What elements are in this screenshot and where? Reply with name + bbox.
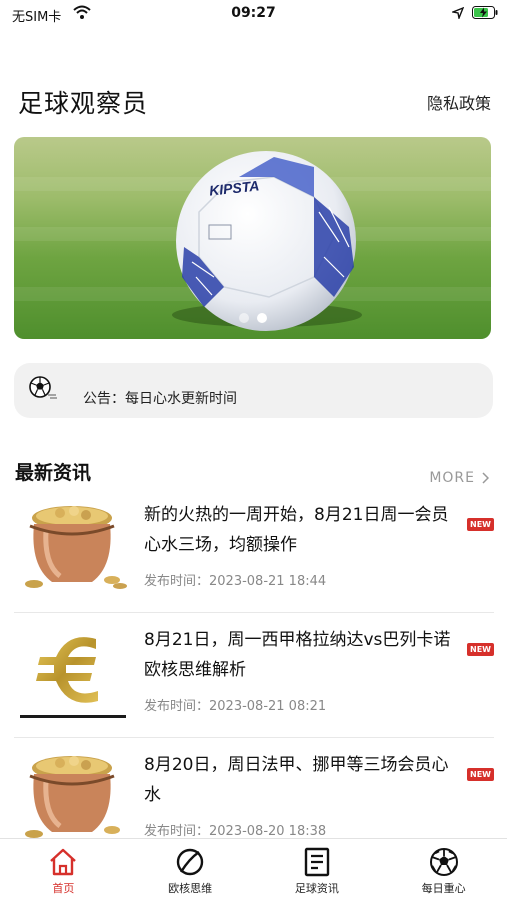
euro-sign-icon <box>16 621 128 719</box>
new-badge: NEW <box>467 768 494 781</box>
tab-football-news[interactable]: 足球资讯 <box>254 839 381 900</box>
carousel-dot-active[interactable] <box>256 313 267 323</box>
home-icon <box>50 848 77 876</box>
chevron-right-icon <box>482 472 489 484</box>
privacy-policy-link[interactable]: 隐私政策 <box>427 90 491 114</box>
carousel-indicators <box>14 313 491 323</box>
location-arrow-icon <box>452 7 464 19</box>
planet-icon <box>176 848 204 876</box>
gold-coin-pot-icon <box>16 496 128 594</box>
page-header: 足球观察员 隐私政策 <box>0 80 507 120</box>
battery-charging-icon <box>472 6 498 19</box>
new-badge: NEW <box>467 518 494 531</box>
page-title: 足球观察员 <box>18 89 149 118</box>
news-timestamp: 发布时间：2023-08-20 18:38 <box>144 824 327 839</box>
tab-daily-focus[interactable]: 每日重心 <box>380 839 507 900</box>
news-timestamp: 发布时间：2023-08-21 18:44 <box>144 574 327 589</box>
document-icon <box>304 847 330 877</box>
news-title: 8月21日，周一西甲格拉纳达vs巴列卡诺欧核思维解析 <box>144 630 451 680</box>
gold-coin-pot-icon <box>16 746 128 844</box>
tab-label: 首页 <box>52 882 75 895</box>
bottom-tab-bar: 首页 欧核思维 足球资讯 每日重心 <box>0 838 507 900</box>
news-list-item[interactable]: 新的火热的一周开始，8月21日周一会员心水三场，均额操作 发布时间：2023-0… <box>14 488 494 613</box>
news-timestamp: 发布时间：2023-08-21 08:21 <box>144 699 327 714</box>
more-link[interactable]: MORE <box>429 470 489 486</box>
section-title: 最新资讯 <box>15 462 92 484</box>
status-bar: 无SIM卡 09:27 <box>0 0 507 30</box>
tab-label: 欧核思维 <box>168 882 213 895</box>
announcement-text: 公告：每日心水更新时间 <box>83 391 237 407</box>
carousel-dot[interactable] <box>238 313 249 323</box>
announcement-bar[interactable]: 公告：每日心水更新时间 <box>14 363 493 418</box>
tab-label: 足球资讯 <box>294 882 339 895</box>
more-label: MORE <box>429 470 475 486</box>
news-list-item[interactable]: 8月21日，周一西甲格拉纳达vs巴列卡诺欧核思维解析 发布时间：2023-08-… <box>14 613 494 738</box>
soccer-ball-image: KIPSTA <box>172 151 362 331</box>
tab-ouhe-thinking[interactable]: 欧核思维 <box>127 839 254 900</box>
soccer-ball-icon <box>29 376 57 399</box>
news-title: 8月20日，周日法甲、挪甲等三场会员心水 <box>144 755 449 805</box>
clock-label: 09:27 <box>231 5 276 21</box>
banner-carousel[interactable]: KIPSTA <box>14 137 491 339</box>
tab-home[interactable]: 首页 <box>0 839 127 900</box>
soccer-ball-icon <box>429 848 458 876</box>
new-badge: NEW <box>467 643 494 656</box>
tab-label: 每日重心 <box>421 882 466 895</box>
news-title: 新的火热的一周开始，8月21日周一会员心水三场，均额操作 <box>144 505 449 555</box>
